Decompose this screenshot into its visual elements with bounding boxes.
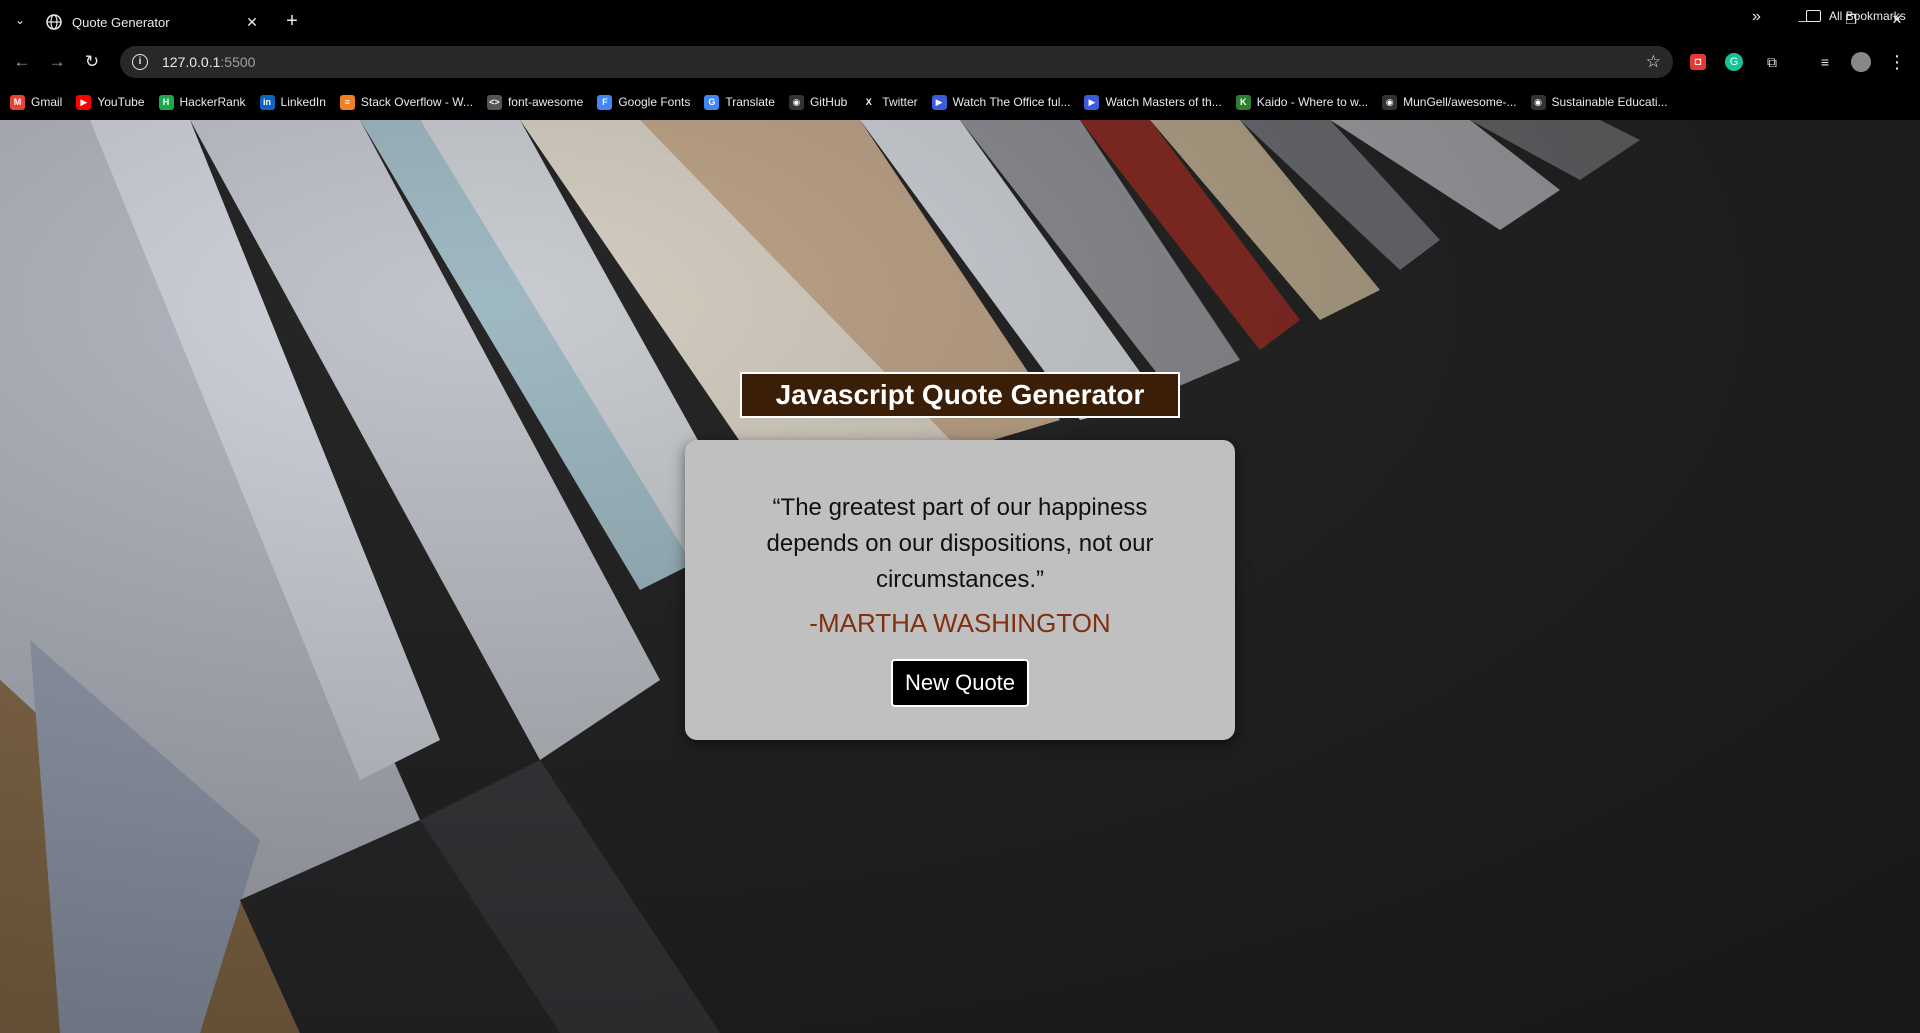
reload-icon[interactable]: ↻ <box>80 50 104 74</box>
bookmark-item[interactable]: ◉ GitHub <box>788 94 848 110</box>
tab-search-chevron-icon[interactable]: ⌄ <box>8 8 32 32</box>
bookmark-label: HackerRank <box>179 95 246 109</box>
address-bar[interactable]: i 127.0.0.1:5500 ☆ <box>120 46 1673 78</box>
translate-icon: G <box>704 94 720 110</box>
folder-icon <box>1806 10 1821 22</box>
reading-list-icon[interactable]: ≡ <box>1815 52 1835 72</box>
bookmark-item[interactable]: ≡ Stack Overflow - W... <box>339 94 473 110</box>
bookmark-label: Kaido - Where to w... <box>1256 95 1369 109</box>
browser-toolbar: ← → ↻ i 127.0.0.1:5500 ☆ ◘ G ⧉ ≡ ⋮ <box>0 40 1920 84</box>
bookmark-item[interactable]: ▶ Watch The Office ful... <box>931 94 1071 110</box>
bookmark-star-icon[interactable]: ☆ <box>1646 52 1661 72</box>
extensions-puzzle-icon[interactable]: ⧉ <box>1762 52 1782 72</box>
tab-quote-generator[interactable]: Quote Generator ✕ <box>36 4 272 40</box>
bookmark-item[interactable]: ◉ MunGell/awesome-... <box>1382 94 1517 110</box>
video-icon: ▶ <box>1084 94 1100 110</box>
kaido-icon: K <box>1235 94 1251 110</box>
url-text: 127.0.0.1:5500 <box>162 54 255 70</box>
bookmark-item[interactable]: ▶ YouTube <box>76 94 145 110</box>
more-bookmarks-chevron-icon[interactable]: » <box>1752 8 1761 26</box>
quote-text: “The greatest part of our happiness depe… <box>766 494 1154 593</box>
code-icon: <> <box>486 94 502 110</box>
more-menu-icon[interactable]: ⋮ <box>1887 52 1907 72</box>
bookmark-label: Watch Masters of th... <box>1105 95 1222 109</box>
grammarly-extension-icon[interactable]: G <box>1725 53 1743 71</box>
github-icon: ◉ <box>1382 94 1398 110</box>
all-bookmarks-label: All Bookmarks <box>1829 9 1906 23</box>
site-info-icon[interactable]: i <box>132 54 148 70</box>
quote-card: “The greatest part of our happiness depe… <box>685 440 1235 740</box>
tab-title: Quote Generator <box>72 14 170 30</box>
globe-icon <box>46 14 62 30</box>
bookmark-item[interactable]: M Gmail <box>10 94 63 110</box>
bookmark-label: font-awesome <box>507 95 584 109</box>
bookmarks-bar: M Gmail ▶ YouTube H HackerRank in LinkedIn ≡ Stac… <box>0 84 1920 120</box>
bookmark-item[interactable]: H HackerRank <box>158 94 246 110</box>
bookmark-label: LinkedIn <box>280 95 326 109</box>
bookmark-label: Watch The Office ful... <box>952 95 1071 109</box>
bookmark-item[interactable]: ◉ Sustainable Educati... <box>1530 94 1668 110</box>
all-bookmarks-button[interactable]: All Bookmarks <box>1806 9 1906 23</box>
bookmark-item[interactable]: in LinkedIn <box>259 94 326 110</box>
bookmark-item[interactable]: ▶ Watch Masters of th... <box>1084 94 1222 110</box>
bookmark-label: Twitter <box>882 95 918 109</box>
bookmark-item[interactable]: G Translate <box>704 94 775 110</box>
bookmark-item[interactable]: <> font-awesome <box>486 94 584 110</box>
x-icon: X <box>861 94 877 110</box>
bookmark-item[interactable]: K Kaido - Where to w... <box>1235 94 1369 110</box>
tab-bar: ⌄ Quote Generator ✕ + — ❐ ✕ <box>0 0 1920 40</box>
github-icon: ◉ <box>788 94 804 110</box>
github-icon: ◉ <box>1530 94 1546 110</box>
youtube-icon: ▶ <box>76 94 92 110</box>
new-quote-button[interactable]: New Quote <box>891 659 1029 707</box>
google-fonts-icon: F <box>597 94 613 110</box>
page-title: Javascript Quote Generator <box>740 372 1180 418</box>
stackoverflow-icon: ≡ <box>339 94 355 110</box>
close-tab-icon[interactable]: ✕ <box>242 12 262 32</box>
bookmark-item[interactable]: F Google Fonts <box>597 94 691 110</box>
url-port: :5500 <box>220 54 256 70</box>
video-icon: ▶ <box>931 94 947 110</box>
bookmark-label: Google Fonts <box>618 95 691 109</box>
bookmark-label: Sustainable Educati... <box>1551 95 1668 109</box>
hackerrank-icon: H <box>158 94 174 110</box>
bookmark-label: Translate <box>725 95 775 109</box>
bookmark-label: Gmail <box>31 95 63 109</box>
bookmark-item[interactable]: X Twitter <box>861 94 918 110</box>
back-arrow-icon[interactable]: ← <box>10 50 34 74</box>
bookmark-label: GitHub <box>809 95 848 109</box>
profile-avatar[interactable] <box>1851 52 1871 72</box>
pocket-extension-icon[interactable]: ◘ <box>1690 54 1706 70</box>
url-host: 127.0.0.1 <box>162 54 221 70</box>
bookmark-label: YouTube <box>97 95 145 109</box>
page-viewport: Javascript Quote Generator “The greatest… <box>0 120 1920 1033</box>
page-heading: Javascript Quote Generator <box>775 379 1145 410</box>
new-tab-icon[interactable]: + <box>280 9 304 33</box>
forward-arrow-icon[interactable]: → <box>45 50 69 74</box>
linkedin-icon: in <box>259 94 275 110</box>
quote-author: -MARTHA WASHINGTON <box>809 608 1111 638</box>
bookmark-label: MunGell/awesome-... <box>1403 95 1517 109</box>
gmail-icon: M <box>10 94 25 110</box>
bookmark-label: Stack Overflow - W... <box>360 95 473 109</box>
